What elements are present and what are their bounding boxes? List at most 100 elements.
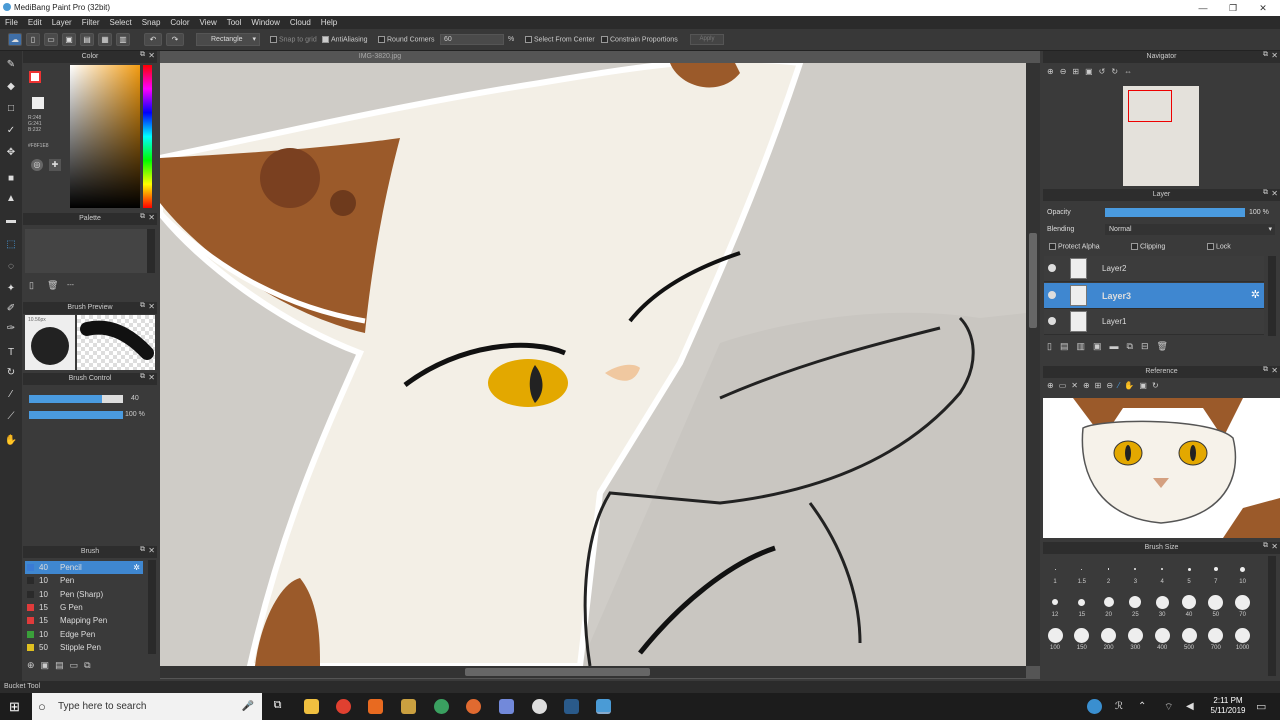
color-picker-icon[interactable]: ✚ xyxy=(49,159,61,171)
brush-item[interactable]: 10 Pen xyxy=(25,574,155,587)
microphone-icon[interactable]: 🎤 xyxy=(242,693,254,720)
brush-size-option[interactable] xyxy=(1127,627,1143,643)
navigator-thumbnail[interactable] xyxy=(1123,86,1199,186)
close-icon[interactable]: ✕ xyxy=(148,546,155,555)
fill-rect-tool-icon[interactable]: ■ xyxy=(3,171,19,187)
file-explorer-icon[interactable] xyxy=(304,699,319,714)
round-corners-checkbox[interactable]: Round Corners xyxy=(378,36,434,43)
steam-icon[interactable] xyxy=(564,699,579,714)
chevron-up-icon[interactable]: ⌃ xyxy=(1138,701,1146,712)
close-icon[interactable]: ✕ xyxy=(1271,542,1278,551)
duplicate-layer-icon[interactable]: ⧉ xyxy=(1127,341,1141,351)
protect-alpha-checkbox[interactable]: Protect Alpha xyxy=(1049,243,1100,250)
primary-color-swatch[interactable] xyxy=(29,71,41,83)
undo-icon[interactable]: ↶ xyxy=(144,33,162,46)
dock-icon[interactable]: ⧉ xyxy=(1263,189,1268,197)
reference-new-icon[interactable]: ⊕ xyxy=(1047,381,1059,390)
dock-icon[interactable]: ⧉ xyxy=(140,51,145,59)
brush-size-option[interactable] xyxy=(1101,627,1117,643)
brush-item[interactable]: 50 Stipple Pen xyxy=(25,641,155,654)
snap-icon[interactable]: ▥ xyxy=(116,33,130,46)
brush-copy-icon[interactable]: ⧉ xyxy=(84,660,90,670)
menu-help[interactable]: Help xyxy=(316,16,342,27)
menu-color[interactable]: Color xyxy=(165,16,194,27)
people-icon[interactable]: ℛ xyxy=(1115,701,1123,712)
select-tool-icon[interactable]: ⬚ xyxy=(3,237,19,253)
clock[interactable]: 2:11 PM 5/11/2019 xyxy=(1206,696,1250,716)
close-icon[interactable]: ✕ xyxy=(148,51,155,60)
eraser-tool-icon[interactable]: ◆ xyxy=(3,79,19,95)
menu-tool[interactable]: Tool xyxy=(222,16,247,27)
maximize-button[interactable]: ❐ xyxy=(1218,0,1248,16)
menu-view[interactable]: View xyxy=(195,16,222,27)
canvas-horizontal-scrollbar[interactable] xyxy=(160,666,1026,678)
app-circle-icon[interactable] xyxy=(532,699,547,714)
dock-icon[interactable]: ⧉ xyxy=(140,546,145,554)
check-tool-icon[interactable]: ✓ xyxy=(3,123,19,139)
canvas-tab[interactable]: IMG-3820.jpg xyxy=(160,51,600,63)
dock-icon[interactable]: ⧉ xyxy=(1263,51,1268,59)
windows-start-icon[interactable]: ⊞ xyxy=(9,700,22,713)
reference-zoom-out-icon[interactable]: ⊖ xyxy=(1106,381,1118,390)
close-button[interactable]: ✕ xyxy=(1248,0,1278,16)
vscroll-thumb[interactable] xyxy=(1029,233,1037,328)
menu-window[interactable]: Window xyxy=(246,16,284,27)
brush-size-option[interactable] xyxy=(1208,627,1224,643)
brush-size-option[interactable] xyxy=(1208,594,1224,610)
rotate-right-icon[interactable]: ↻ xyxy=(1111,67,1124,76)
cloud-icon[interactable]: ☁ xyxy=(8,33,22,46)
menu-select[interactable]: Select xyxy=(104,16,136,27)
brush-open-icon[interactable]: ▭ xyxy=(70,660,79,670)
reference-close-icon[interactable]: ✕ xyxy=(1071,381,1083,390)
brush-size-option[interactable] xyxy=(1181,627,1197,643)
divide-tool-icon[interactable]: ⟋ xyxy=(3,409,19,425)
brush-size-option[interactable] xyxy=(1052,599,1058,605)
layer-row[interactable]: Layer1 xyxy=(1044,309,1264,335)
snap-to-grid-toggle[interactable]: Snap to grid xyxy=(270,36,317,43)
add-brush-icon[interactable]: ⊕ xyxy=(27,660,35,670)
select-eraser-tool-icon[interactable]: ✑ xyxy=(3,321,19,337)
discord-icon[interactable] xyxy=(499,699,514,714)
secondary-color-swatch[interactable] xyxy=(32,97,44,109)
hscroll-thumb[interactable] xyxy=(465,668,650,676)
select-from-center-checkbox[interactable]: Select From Center xyxy=(525,36,595,43)
hand-tool-icon[interactable]: ✋ xyxy=(3,433,19,449)
brush-size-slider[interactable] xyxy=(29,395,123,403)
app-star-icon[interactable] xyxy=(401,699,416,714)
new-halftone-layer-icon[interactable]: ▤ xyxy=(1060,341,1077,351)
layer-folder-icon[interactable]: ▬ xyxy=(1110,341,1127,351)
add-palette-icon[interactable]: ▯ xyxy=(29,280,34,291)
layer-list-scrollbar[interactable] xyxy=(1268,256,1276,336)
close-icon[interactable]: ✕ xyxy=(1271,189,1278,198)
app-origin-icon[interactable] xyxy=(466,699,481,714)
brush-opacity-slider[interactable] xyxy=(29,411,123,419)
palette-scrollbar[interactable] xyxy=(147,229,155,273)
dock-icon[interactable]: ⧉ xyxy=(1263,366,1268,374)
color-wheel-icon[interactable]: ◎ xyxy=(31,159,43,171)
brush-size-option[interactable] xyxy=(1235,594,1251,610)
delete-layer-icon[interactable]: 🗑 xyxy=(1156,341,1175,351)
dock-icon[interactable]: ⧉ xyxy=(140,302,145,310)
dock-icon[interactable]: ⧉ xyxy=(1263,542,1268,550)
menu-filter[interactable]: Filter xyxy=(77,16,105,27)
brush-size-option[interactable] xyxy=(1103,597,1114,607)
app-orange-icon[interactable] xyxy=(368,699,383,714)
close-icon[interactable]: ✕ xyxy=(1271,51,1278,60)
eyedropper-tool-icon[interactable]: ⁄ xyxy=(3,387,19,403)
visibility-icon[interactable] xyxy=(1048,317,1056,325)
medibang-taskbar-icon[interactable] xyxy=(596,699,611,714)
new-layer-icon[interactable]: ▯ xyxy=(1047,341,1060,351)
hue-slider[interactable] xyxy=(143,65,152,208)
antialiasing-checkbox[interactable]: AntiAliasing xyxy=(322,36,368,43)
save-icon[interactable]: ▣ xyxy=(62,33,76,46)
dock-icon[interactable]: ⧉ xyxy=(140,373,145,381)
chrome-icon[interactable] xyxy=(336,699,351,714)
palette-area[interactable] xyxy=(25,229,147,273)
reference-fit-icon[interactable]: ⊞ xyxy=(1095,381,1107,390)
minimize-button[interactable]: — xyxy=(1188,0,1218,16)
redo-icon[interactable]: ↷ xyxy=(166,33,184,46)
task-view-icon[interactable]: ⧉ xyxy=(270,699,285,714)
brush-size-option[interactable] xyxy=(1074,627,1090,643)
lasso-tool-icon[interactable]: ◌ xyxy=(3,259,19,275)
brush-size-scrollbar[interactable] xyxy=(1268,556,1276,676)
